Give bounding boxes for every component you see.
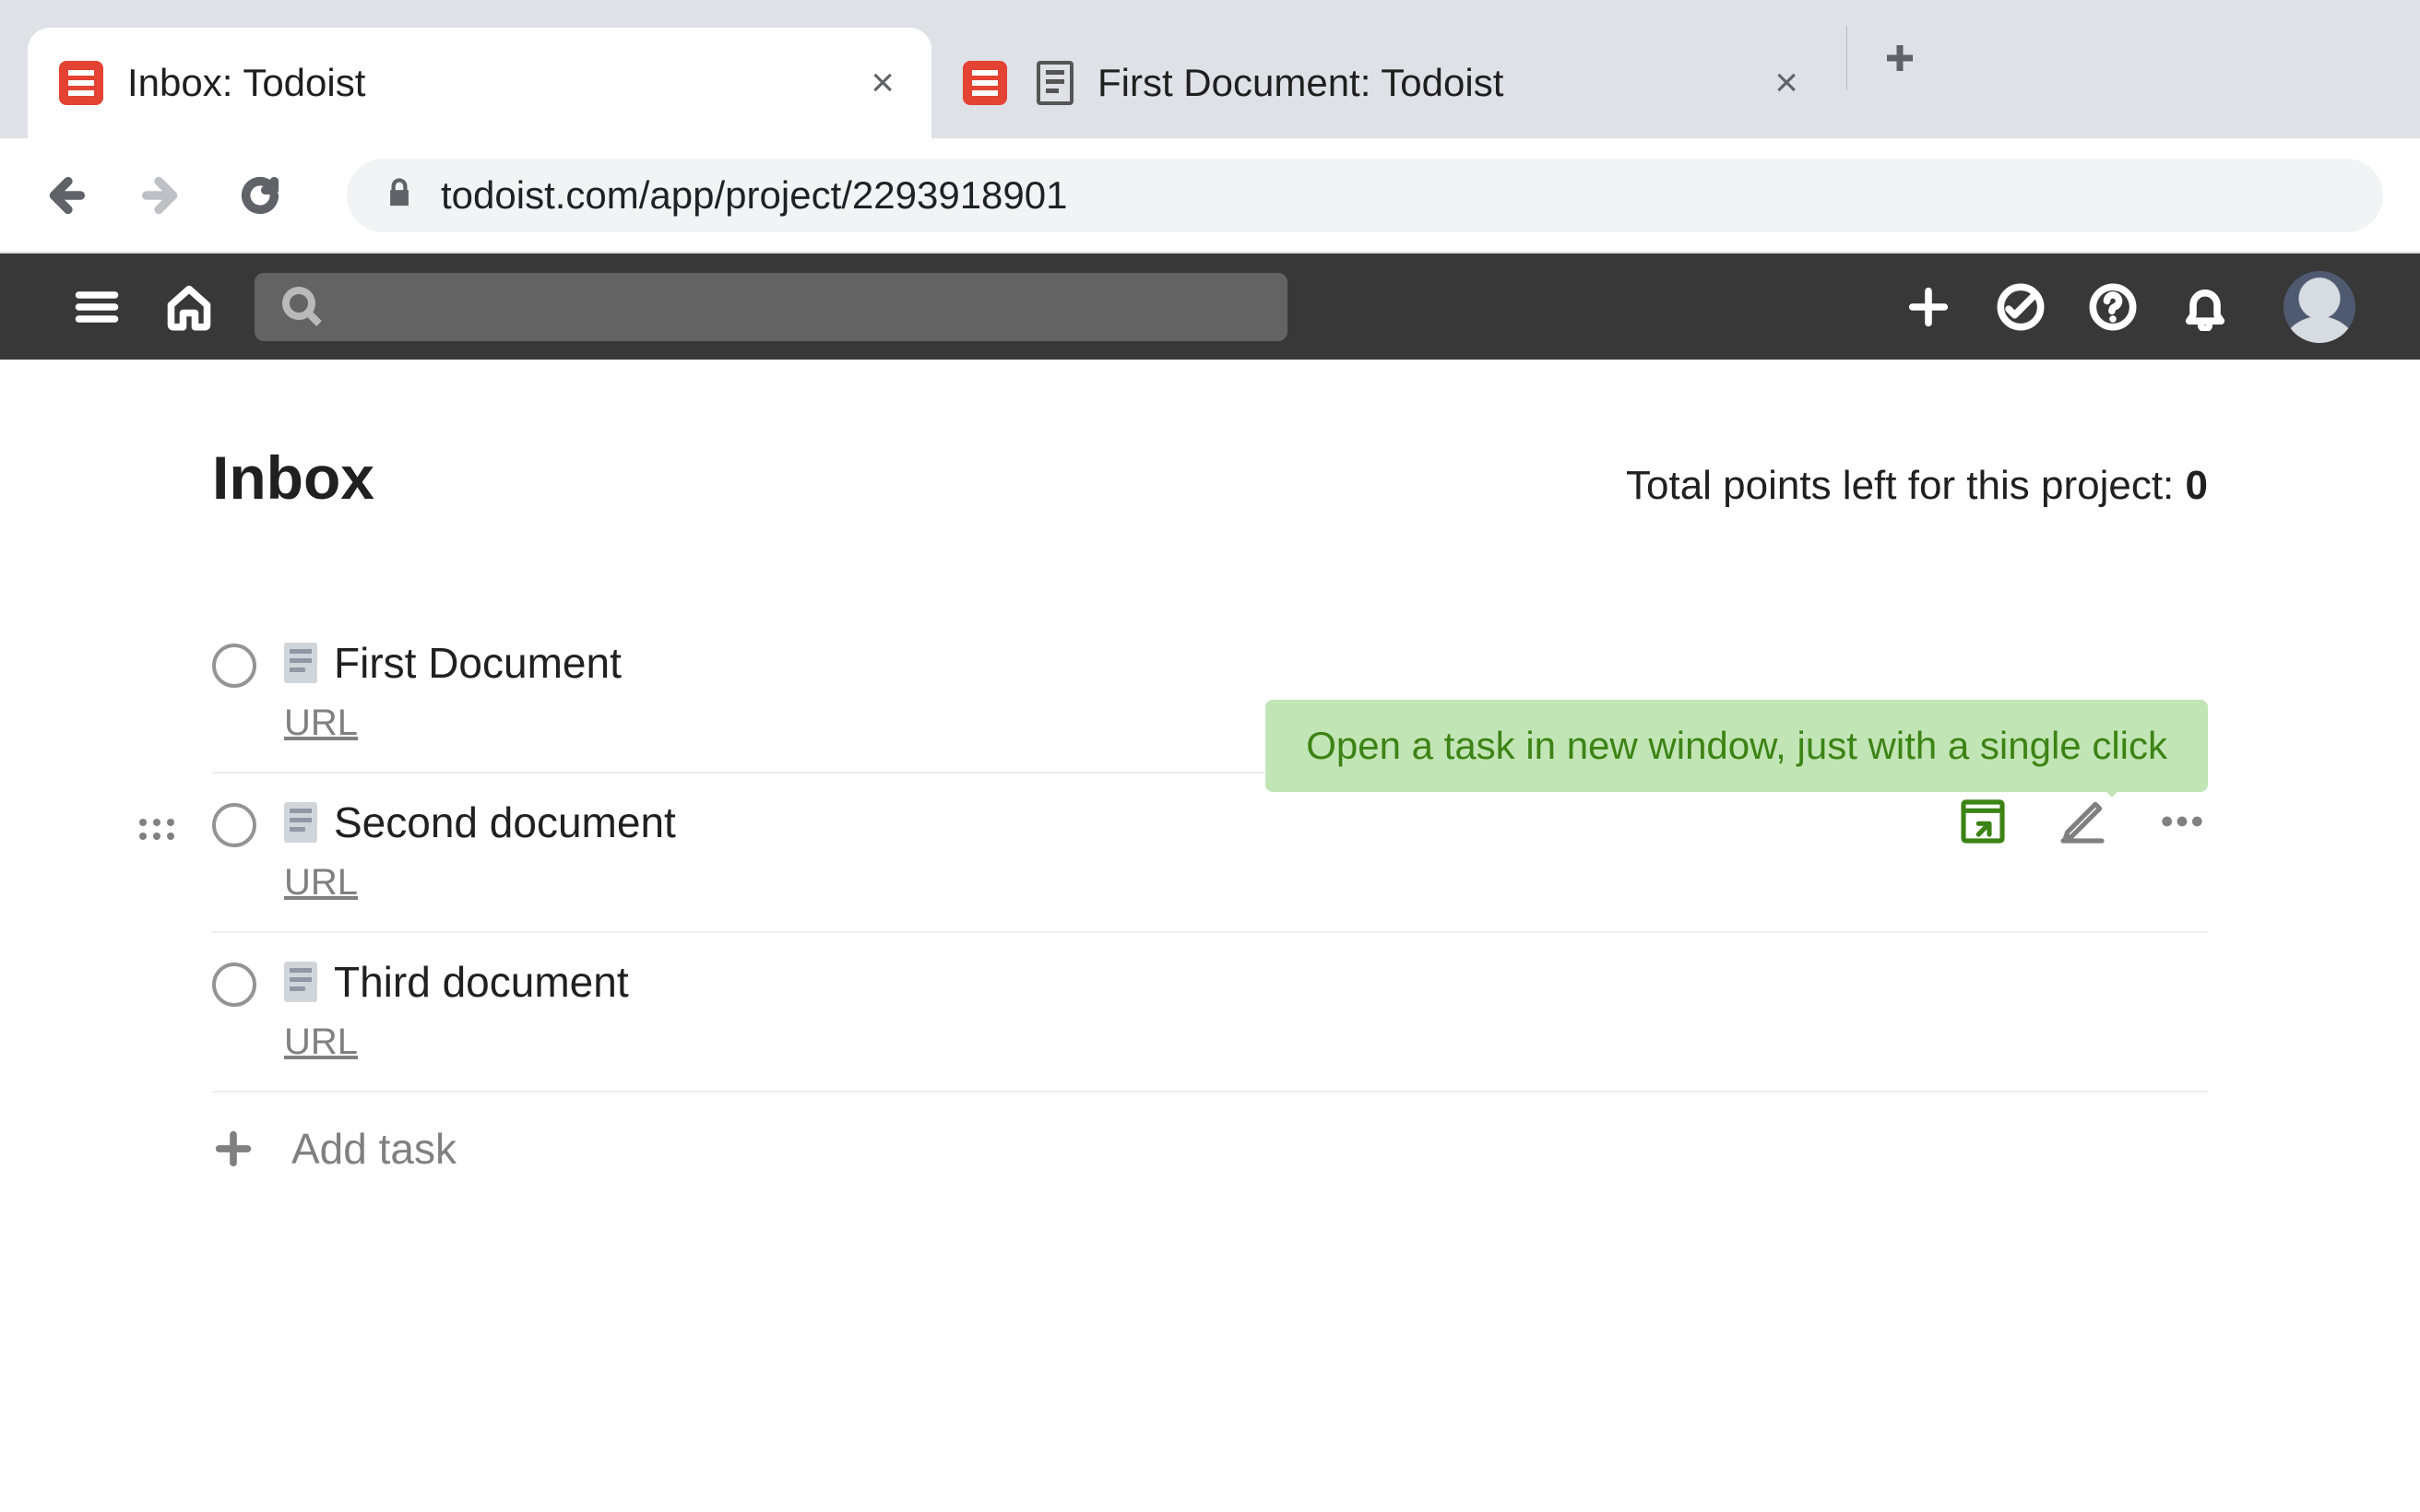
task-row[interactable]: Second document URL Open a task in new w… — [212, 774, 2208, 933]
home-button[interactable] — [157, 275, 221, 339]
document-icon — [1037, 61, 1074, 105]
browser-tab-1[interactable]: First Document: Todoist × — [931, 28, 1835, 138]
page-title: Inbox — [212, 443, 374, 513]
todoist-icon — [963, 61, 1007, 105]
add-task-label: Add task — [291, 1124, 457, 1174]
search-icon — [280, 285, 325, 329]
tooltip-text: Open a task in new window, just with a s… — [1306, 724, 2167, 767]
task-url-link[interactable]: URL — [284, 1022, 358, 1063]
forward-button[interactable] — [135, 168, 190, 223]
edit-task-button[interactable] — [2057, 796, 2108, 847]
avatar-button[interactable] — [2284, 271, 2355, 343]
task-title: First Document — [334, 638, 622, 688]
document-icon — [284, 802, 317, 843]
task-url-link[interactable]: URL — [284, 703, 358, 744]
quick-add-button[interactable] — [1896, 275, 1961, 339]
points-label: Total points left for this project: — [1626, 463, 2186, 508]
help-button[interactable] — [2081, 275, 2145, 339]
task-checkbox[interactable] — [212, 803, 256, 847]
task-body: Second document URL — [284, 797, 2208, 904]
notifications-button[interactable] — [2173, 275, 2237, 339]
document-icon — [284, 962, 317, 1002]
close-icon[interactable]: × — [865, 63, 900, 103]
task-list: First Document URL Second document URL O… — [212, 614, 2208, 1205]
task-checkbox[interactable] — [212, 963, 256, 1007]
points-value: 0 — [2186, 463, 2208, 508]
browser-tabstrip: Inbox: Todoist × First Document: Todoist… — [0, 0, 2420, 138]
add-task-button[interactable]: Add task — [212, 1093, 2208, 1205]
points-indicator: Total points left for this project: 0 — [1626, 463, 2208, 509]
address-bar: todoist.com/app/project/2293918901 — [0, 138, 2420, 254]
new-tab-button[interactable] — [1858, 17, 1941, 100]
task-checkbox[interactable] — [212, 644, 256, 688]
browser-tab-0[interactable]: Inbox: Todoist × — [28, 28, 931, 138]
page-header: Inbox Total points left for this project… — [212, 443, 2208, 513]
lock-icon — [384, 173, 415, 218]
task-row[interactable]: Third document URL — [212, 933, 2208, 1093]
task-title: Second document — [334, 797, 676, 847]
tab-separator — [1846, 26, 1847, 90]
url-text: todoist.com/app/project/2293918901 — [441, 173, 1068, 218]
app-header — [0, 254, 2420, 360]
reload-button[interactable] — [232, 168, 288, 223]
task-body: Third document URL — [284, 957, 2208, 1063]
feature-tooltip: Open a task in new window, just with a s… — [1265, 700, 2208, 792]
search-input[interactable] — [255, 273, 1287, 341]
tab-title: First Document: Todoist — [1097, 61, 1745, 105]
drag-handle[interactable] — [138, 810, 175, 847]
open-new-window-button[interactable] — [1957, 796, 2009, 847]
document-icon — [284, 643, 317, 683]
todoist-icon — [59, 61, 103, 105]
main-content: Inbox Total points left for this project… — [0, 360, 2420, 1205]
back-button[interactable] — [37, 168, 92, 223]
more-actions-button[interactable] — [2156, 796, 2208, 847]
task-title: Third document — [334, 957, 629, 1007]
tab-title: Inbox: Todoist — [127, 61, 841, 105]
productivity-button[interactable] — [1988, 275, 2053, 339]
menu-button[interactable] — [65, 275, 129, 339]
close-icon[interactable]: × — [1769, 63, 1804, 103]
url-input[interactable]: todoist.com/app/project/2293918901 — [347, 159, 2383, 232]
task-actions — [1957, 796, 2208, 847]
task-url-link[interactable]: URL — [284, 862, 358, 904]
